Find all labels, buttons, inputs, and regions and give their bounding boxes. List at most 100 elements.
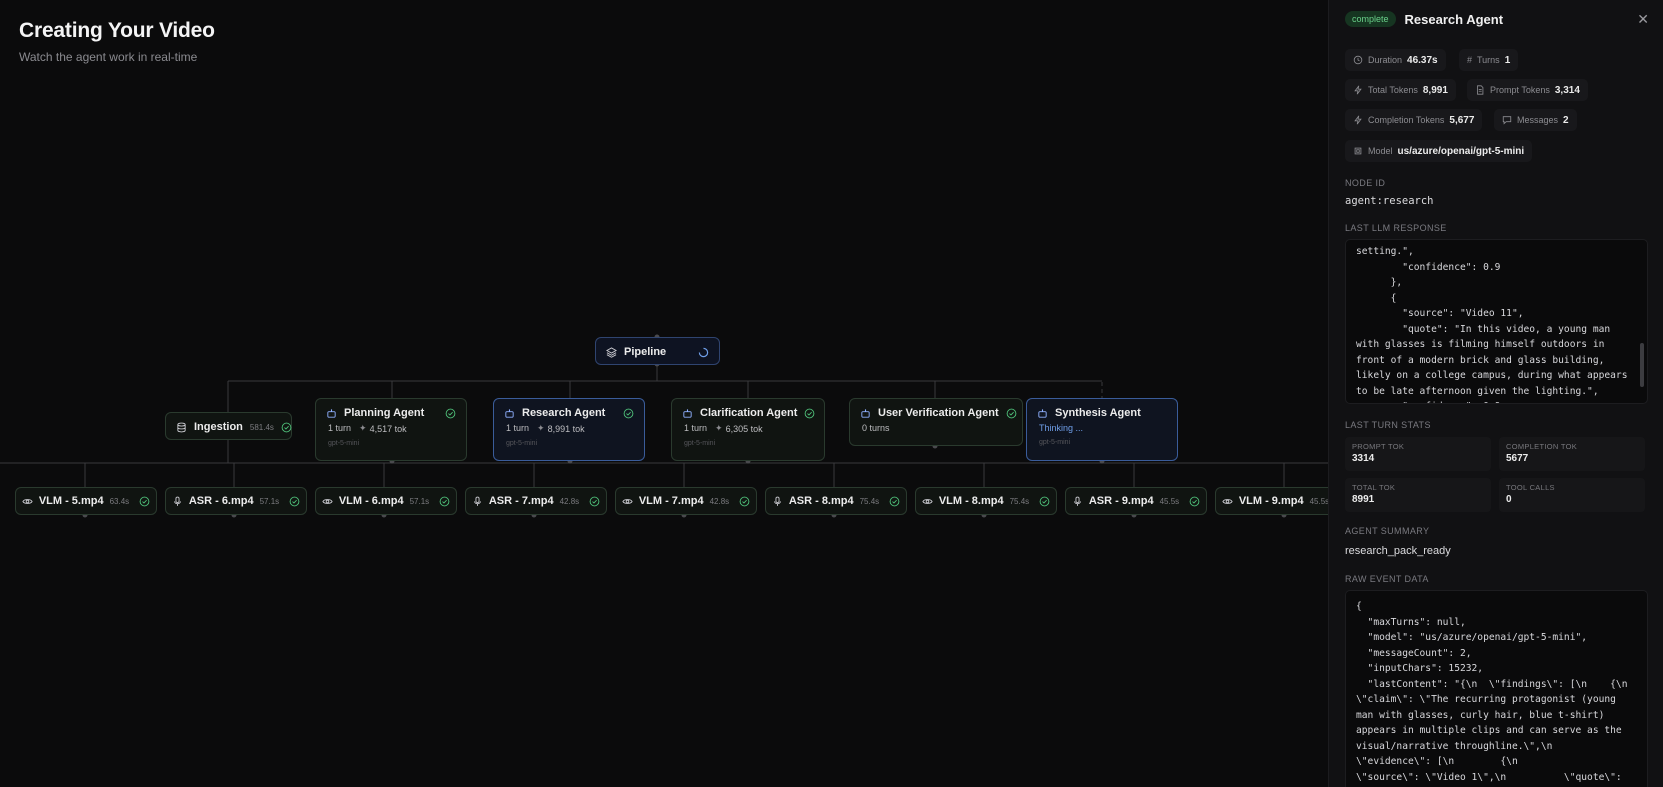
sparkle-icon: ✦ [359,423,367,433]
agent-model: gpt-5-mini [506,440,538,447]
stat-total-tok: TOTAL TOK 8991 [1345,478,1491,512]
agent-label: User Verification Agent [878,407,999,419]
leaf-label: VLM - 8.mp4 [938,495,1004,507]
stat-tool-calls: TOOL CALLS 0 [1499,478,1645,512]
leaf-node-vlm---8-mp4[interactable]: VLM - 8.mp4 75.4s [915,487,1057,515]
raw-event-text: { "maxTurns": null, "model": "us/azure/o… [1356,601,1628,783]
leaf-node-vlm---7-mp4[interactable]: VLM - 7.mp4 42.8s [615,487,757,515]
user-verification-agent-node[interactable]: User Verification Agent 0 turns [849,398,1023,446]
graph-canvas[interactable]: Creating Your Video Watch the agent work… [0,0,1328,787]
agent-detail-panel[interactable]: complete Research Agent ✕ Duration 46.37s… [1328,0,1663,787]
leaf-node-asr---9-mp4[interactable]: ASR - 9.mp4 45.5s [1065,487,1207,515]
chip-completion-tokens: Completion Tokens 5,677 [1345,109,1483,131]
eye-icon [622,498,633,504]
check-circle-icon [889,496,900,506]
last-response-box[interactable]: setting.", "confidence": 0.9 }, { "sourc… [1345,239,1648,404]
microphone-icon [773,496,781,506]
leaf-time: 63.4s [109,496,130,506]
turn-stats-label: LAST TURN STATS [1345,420,1431,430]
leaf-time: 75.4s [1009,496,1030,506]
planning-agent-node[interactable]: Planning Agent 1 turn ✦ 4,517 tok gpt-5-mini [315,398,467,461]
eye-icon [22,498,33,504]
database-icon [177,422,186,432]
agent-turns: 0 turns [862,423,890,433]
sparkle-icon: ✦ [715,423,723,433]
leaf-node-asr---7-mp4[interactable]: ASR - 7.mp4 42.8s [465,487,607,515]
hash-icon: # [1467,55,1473,65]
leaf-label: ASR - 9.mp4 [1088,495,1154,507]
agent-label: Synthesis Agent [1055,407,1141,419]
agent-summary-label: AGENT SUMMARY [1345,526,1430,536]
leaf-time: 45.5s [1309,496,1328,506]
raw-event-box[interactable]: { "maxTurns": null, "model": "us/azure/o… [1345,590,1648,787]
synthesis-agent-node[interactable]: Synthesis Agent Thinking ... gpt-5-mini [1026,398,1178,461]
bot-icon [861,408,870,418]
bot-icon [683,408,692,418]
loading-spinner-icon [698,347,709,357]
zap-icon [1354,85,1362,95]
leaf-label: VLM - 5.mp4 [38,495,104,507]
layers-icon [606,346,617,358]
clarification-agent-node[interactable]: Clarification Agent 1 turn ✦ 6,305 tok gpt-5… [671,398,825,461]
leaf-time: 57.1s [409,496,430,506]
chip-turns: # Turns 1 [1459,49,1519,71]
eye-icon [322,498,333,504]
check-circle-icon [139,496,150,506]
stat-prompt-tok: PROMPT TOK 3314 [1345,437,1491,471]
leaf-time: 57.1s [259,496,280,506]
cpu-icon [1354,147,1362,155]
file-text-icon [1477,85,1484,95]
agent-model: gpt-5-mini [328,440,360,447]
bot-icon [505,408,514,418]
last-response-scrollbar[interactable] [1640,343,1644,387]
bot-icon [1038,408,1047,418]
leaf-label: VLM - 6.mp4 [338,495,404,507]
agent-turns: 1 turn [506,423,530,433]
pipeline-node[interactable]: Pipeline [595,337,720,365]
sparkle-icon: ✦ [537,423,545,433]
raw-event-label: RAW EVENT DATA [1345,574,1429,584]
leaf-time: 42.8s [559,496,580,506]
close-icon[interactable]: ✕ [1637,11,1649,28]
ingestion-node[interactable]: Ingestion 581.4s [165,412,292,440]
leaf-node-asr---8-mp4[interactable]: ASR - 8.mp4 75.4s [765,487,907,515]
message-icon [1502,116,1512,125]
chip-total-tokens: Total Tokens 8,991 [1345,79,1456,101]
check-circle-icon [445,408,456,418]
eye-icon [922,498,933,504]
check-circle-icon [1039,496,1050,506]
bot-icon [327,408,336,418]
chip-messages: Messages 2 [1494,109,1577,131]
leaf-node-vlm---5-mp4[interactable]: VLM - 5.mp4 63.4s [15,487,157,515]
leaf-node-vlm---6-mp4[interactable]: VLM - 6.mp4 57.1s [315,487,457,515]
agent-label: Planning Agent [344,407,425,419]
research-agent-node[interactable]: Research Agent 1 turn ✦ 8,991 tok gpt-5-mini [493,398,645,461]
last-response-text: setting.", "confidence": 0.9 }, { "sourc… [1356,246,1628,403]
agent-tokens: ✦ 8,991 tok [537,423,585,434]
clock-icon [1353,55,1363,65]
graph-edges [0,334,1328,518]
leaf-node-asr---6-mp4[interactable]: ASR - 6.mp4 57.1s [165,487,307,515]
leaf-node-vlm---9-mp4[interactable]: VLM - 9.mp4 45.5s [1215,487,1328,515]
leaf-time: 45.5s [1159,496,1180,506]
leaf-time: 42.8s [709,496,730,506]
ingestion-time: 581.4s [249,422,274,432]
agent-tokens: ✦ 4,517 tok [359,423,407,434]
ingestion-label: Ingestion [194,421,243,433]
last-response-label: LAST LLM RESPONSE [1345,223,1447,233]
leaf-label: ASR - 7.mp4 [488,495,554,507]
chip-model: Model us/azure/openai/gpt-5-mini [1345,140,1533,162]
agent-thinking-status: Thinking ... [1039,423,1084,433]
agent-model: gpt-5-mini [1039,439,1071,446]
leaf-label: ASR - 6.mp4 [188,495,254,507]
eye-icon [1222,498,1233,504]
leaf-label: VLM - 7.mp4 [638,495,704,507]
status-badge: complete [1345,11,1396,27]
panel-title: Research Agent [1404,11,1504,27]
zap-icon [1354,115,1362,125]
check-circle-icon [289,496,300,506]
agent-summary-value: research_pack_ready [1345,545,1451,557]
check-circle-icon [805,408,815,418]
stat-completion-tok: COMPLETION TOK 5677 [1499,437,1645,471]
agent-tokens: ✦ 6,305 tok [715,423,763,434]
